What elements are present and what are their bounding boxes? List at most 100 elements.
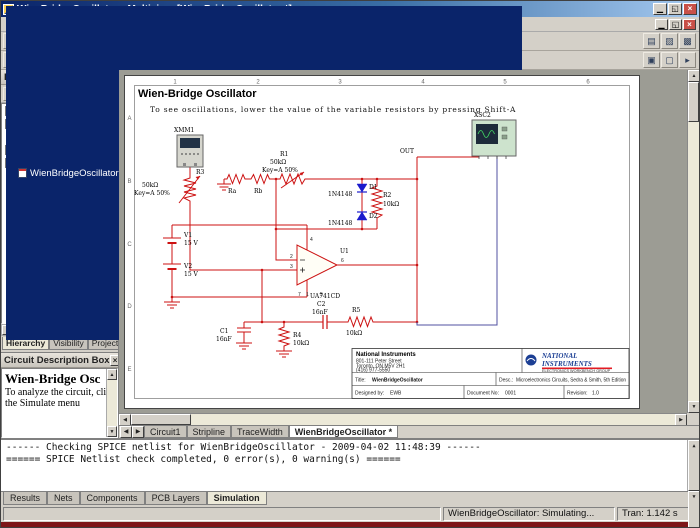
scroll-up-icon[interactable]: ▲ — [688, 440, 699, 491]
tb-desc-value: Microelectronics Circuits, Sedra & Smith… — [516, 378, 626, 384]
tb-rev-value: 1.0 — [592, 391, 599, 397]
sheet-tab[interactable]: TraceWidth — [231, 426, 289, 438]
postprocessor-icon[interactable]: ▨ — [661, 33, 678, 49]
scrollbar-corner — [687, 413, 699, 425]
spreadsheet-tab[interactable]: Simulation — [206, 492, 267, 505]
design-tree: cuit1 Circuit1 ipline Stripline — [1, 6, 522, 340]
description-box-titlebar: Circuit Description Box × — [1, 353, 118, 368]
multisim-window: WienBridgeOscillator - Multisim - [WienB… — [0, 0, 700, 528]
scrollbar-thumb[interactable] — [131, 414, 191, 425]
tab-scroll-right-icon[interactable]: ▶ — [132, 426, 144, 438]
sheet-icon — [18, 168, 27, 178]
log-scrollbar[interactable]: ▲ ▼ — [687, 440, 699, 527]
minimize-button[interactable]: ▁ — [653, 3, 667, 15]
ruler-letter: C — [127, 242, 132, 248]
pin-3: 3 — [290, 264, 293, 270]
ni-eagle-logo — [525, 354, 537, 366]
scrollbar-thumb[interactable] — [688, 82, 699, 122]
r3-key: Key=A 50% — [134, 190, 170, 197]
sheet-tab[interactable]: WienBridgeOscillator * — [288, 426, 399, 438]
close-button[interactable]: × — [683, 3, 697, 15]
tb-phone: (416) 977-5550 — [356, 368, 390, 374]
description-line: To analyze the circuit, click — [5, 387, 116, 398]
spreadsheet-tab[interactable]: Results — [3, 492, 48, 505]
tb-title-label: Title: — [355, 378, 366, 384]
out-net-label: OUT — [400, 148, 414, 155]
opamp-ref: U1 — [340, 248, 349, 255]
scroll-down-icon[interactable]: ▼ — [688, 491, 699, 527]
c2-value: 16nF — [312, 309, 328, 316]
spreadsheet-tab[interactable]: PCB Layers — [144, 492, 207, 505]
schematic-sheet[interactable]: 1 2 3 4 5 6 A B C D E Wien-Bridge Oscill… — [124, 75, 640, 409]
title-block: National Instruments 801-111 Peter Stree… — [351, 348, 630, 399]
tree-item[interactable]: WienBridgeOscillator — [6, 6, 522, 340]
c1-value: 16nF — [216, 336, 232, 343]
spreadsheet-tab[interactable]: Components — [79, 492, 145, 505]
description-scrollbar[interactable]: ▲ ▼ — [106, 369, 117, 437]
pin-6: 6 — [341, 258, 344, 264]
r5-ref: R5 — [352, 307, 361, 314]
ni-logo-line2: INSTRUMENTS — [541, 360, 592, 368]
ra-label: Ra — [228, 188, 237, 195]
tb-designed-value: EWB — [390, 391, 402, 397]
scroll-down-icon[interactable]: ▼ — [688, 401, 699, 413]
status-empty-panel — [3, 506, 441, 521]
r2-ref: R2 — [383, 192, 392, 199]
screen-edge-strip — [1, 522, 699, 527]
description-box-title: Circuit Description Box — [4, 354, 110, 366]
v2-ref: V2 — [183, 263, 192, 270]
circuit-description-panel: Circuit Description Box × Wien-Bridge Os… — [1, 353, 118, 438]
r3-value: 50kΩ — [142, 182, 158, 189]
tb-designed-label: Designed by: — [355, 391, 384, 397]
mdi-minimize-button[interactable]: ▁ — [655, 18, 668, 30]
customize-icon[interactable]: ▩ — [679, 33, 696, 49]
sheet-tab[interactable]: Circuit1 — [144, 426, 187, 438]
scroll-down-icon[interactable]: ▼ — [107, 426, 117, 437]
close-icon[interactable]: × — [109, 354, 118, 366]
oscilloscope-xsc2[interactable] — [471, 119, 517, 159]
scroll-up-icon[interactable]: ▲ — [107, 369, 117, 380]
c1-ref: C1 — [220, 328, 228, 335]
description-content: Wien-Bridge Osc To analyze the circuit, … — [1, 368, 118, 438]
spreadsheet-view: ------ Checking SPICE netlist for WienBr… — [1, 438, 699, 527]
ruler-letter: D — [127, 304, 132, 310]
mdi-restore-button[interactable]: ◱ — [669, 18, 682, 30]
xmm1-label: XMM1 — [174, 127, 194, 134]
r2-value: 10kΩ — [383, 201, 399, 208]
tb-doc-value: 0001 — [505, 391, 516, 397]
spreadsheet-tab[interactable]: Nets — [47, 492, 80, 505]
d1-value: 1N4148 — [328, 191, 353, 198]
canvas-horizontal-scrollbar[interactable]: ◀ ▶ — [119, 413, 687, 425]
sheet-tab[interactable]: Stripline — [186, 426, 232, 438]
mdi-close-button[interactable]: × — [683, 18, 696, 30]
schematic-area: 1 2 3 4 5 6 A B C D E Wien-Bridge Oscill… — [119, 70, 699, 438]
tab-scroll-left-icon[interactable]: ◀ — [120, 426, 132, 438]
graph-icon[interactable]: ▤ — [643, 33, 660, 49]
log-line: ------ Checking SPICE netlist for WienBr… — [6, 442, 481, 453]
mcu-toolbar-icon[interactable]: ▣ — [643, 52, 660, 68]
r5-value: 10kΩ — [346, 330, 362, 337]
scroll-left-icon[interactable]: ◀ — [119, 414, 131, 425]
tb-desc-label: Desc.: — [499, 378, 513, 384]
restore-button[interactable]: ◱ — [668, 3, 682, 15]
schematic-workspace[interactable]: 1 2 3 4 5 6 A B C D E Wien-Bridge Oscill… — [119, 70, 699, 425]
scroll-right-icon[interactable]: ▶ — [675, 414, 687, 425]
scroll-up-icon[interactable]: ▲ — [688, 70, 699, 82]
r1-key: Key=A 50% — [262, 167, 298, 174]
simulation-log: ------ Checking SPICE netlist for WienBr… — [6, 442, 685, 466]
pin-2: 2 — [290, 254, 293, 260]
spreadsheet-tab-bar: Results Nets Components PCB Layers Simulatio… — [1, 491, 699, 505]
breadboard-icon[interactable]: ▢ — [661, 52, 678, 68]
sheet-tab-bar: ◀ ▶ Circuit1 Stripline TraceWidth WienBridg… — [119, 425, 699, 438]
more-toolbar-icon[interactable]: ▸ — [679, 52, 696, 68]
canvas-vertical-scrollbar[interactable]: ▲ ▼ — [687, 70, 699, 413]
log-line: ====== SPICE Netlist check completed, 0 … — [6, 454, 401, 465]
multimeter-xmm1[interactable] — [176, 134, 204, 168]
ni-logo-line1: NATIONAL — [541, 352, 577, 360]
r1-ref: R1 — [280, 151, 288, 158]
d1-ref: D1 — [369, 184, 378, 191]
left-dock: Design Toolbox × ▢▤▦ cuit1 Circuit1 — [1, 6, 522, 438]
r4-ref: R4 — [293, 332, 302, 339]
c2-ref: C2 — [317, 301, 326, 308]
status-simulating: WienBridgeOscillator: Simulating... — [443, 506, 615, 521]
